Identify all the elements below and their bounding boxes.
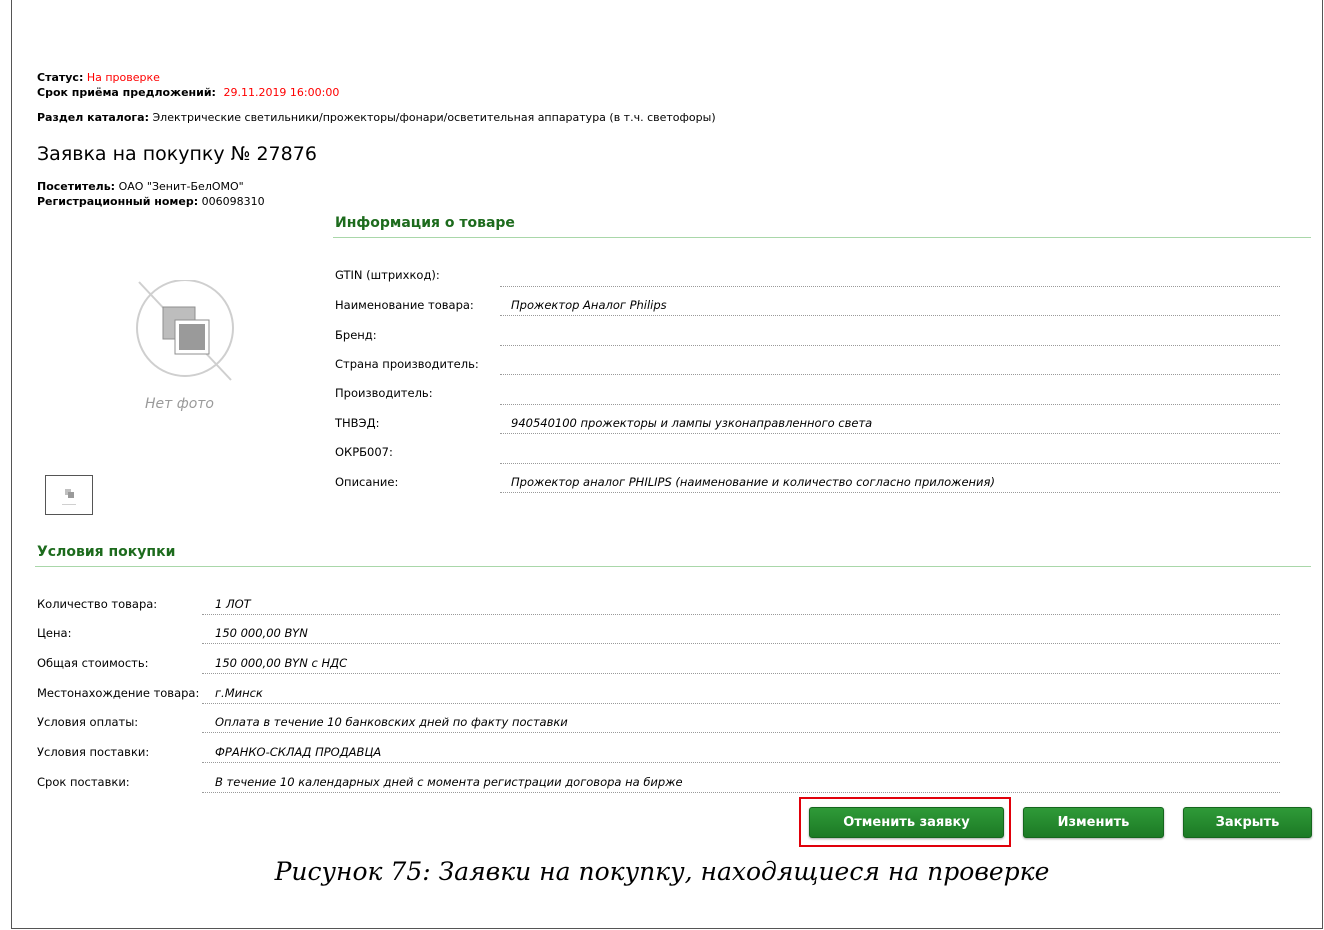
terms-row-label: Общая стоимость: bbox=[37, 656, 149, 670]
catalog-value: Электрические светильники/прожекторы/фон… bbox=[152, 111, 716, 124]
thumbnail-icon bbox=[62, 489, 76, 505]
product-row-label: Производитель: bbox=[335, 386, 433, 400]
product-info-divider bbox=[333, 237, 1311, 238]
row-dotted-line bbox=[202, 732, 1280, 733]
catalog-label: Раздел каталога: bbox=[37, 111, 149, 124]
terms-row-label: Цена: bbox=[37, 626, 72, 640]
row-dotted-line bbox=[202, 792, 1280, 793]
product-row-value: 940540100 прожекторы и лампы узконаправл… bbox=[511, 416, 873, 430]
product-row-label: Наименование товара: bbox=[335, 298, 474, 312]
terms-row-value: В течение 10 календарных дней с момента … bbox=[215, 775, 683, 789]
row-dotted-line bbox=[202, 703, 1280, 704]
product-row-value: Прожектор аналог PHILIPS (наименование и… bbox=[511, 475, 995, 489]
purchase-terms-heading: Условия покупки bbox=[37, 544, 176, 560]
no-photo-icon bbox=[136, 279, 234, 381]
product-row-label: ТНВЭД: bbox=[335, 416, 380, 430]
regnum-label: Регистрационный номер: bbox=[37, 195, 199, 208]
visitor-label: Посетитель: bbox=[37, 180, 116, 193]
regnum-value: 006098310 bbox=[201, 195, 265, 208]
terms-row-label: Условия поставки: bbox=[37, 745, 150, 759]
deadline-label: Срок приёма предложений: bbox=[37, 86, 216, 99]
terms-row-label: Количество товара: bbox=[37, 597, 158, 611]
product-row-label: Описание: bbox=[335, 475, 399, 489]
deadline-line: Срок приёма предложений: 29.11.2019 16:0… bbox=[37, 86, 339, 99]
status-label: Статус: bbox=[37, 71, 84, 84]
row-dotted-line bbox=[500, 374, 1280, 375]
terms-row-label: Срок поставки: bbox=[37, 775, 130, 789]
row-dotted-line bbox=[202, 762, 1280, 763]
figure-caption: Рисунок 75: Заявки на покупку, находящие… bbox=[274, 857, 1050, 886]
product-row-value: Прожектор Аналог Philips bbox=[511, 298, 667, 312]
row-dotted-line bbox=[202, 673, 1280, 674]
product-row-label: Бренд: bbox=[335, 328, 377, 342]
terms-row-label: Местонахождение товара: bbox=[37, 686, 200, 700]
product-info-heading: Информация о товаре bbox=[335, 215, 515, 231]
terms-row-label: Условия оплаты: bbox=[37, 715, 139, 729]
page-title: Заявка на покупку № 27876 bbox=[37, 143, 317, 165]
terms-row-value: Оплата в течение 10 банковских дней по ф… bbox=[215, 715, 568, 729]
close-button[interactable]: Закрыть bbox=[1183, 807, 1312, 838]
no-photo-image bbox=[125, 279, 245, 385]
row-dotted-line bbox=[500, 286, 1280, 287]
cancel-request-button[interactable]: Отменить заявку bbox=[809, 807, 1004, 838]
row-dotted-line bbox=[202, 614, 1280, 615]
row-dotted-line bbox=[500, 345, 1280, 346]
product-row-label: Страна производитель: bbox=[335, 357, 479, 371]
no-photo-label: Нет фото bbox=[145, 396, 215, 412]
terms-row-value: 150 000,00 BYN bbox=[215, 626, 308, 640]
visitor-line: Посетитель: ОАО "Зенит-БелОМО" bbox=[37, 180, 244, 193]
row-dotted-line bbox=[500, 463, 1280, 464]
visitor-value: ОАО "Зенит-БелОМО" bbox=[118, 180, 244, 193]
status-line: Статус: На проверке bbox=[37, 71, 160, 84]
row-dotted-line bbox=[500, 315, 1280, 316]
catalog-line: Раздел каталога: Электрические светильни… bbox=[37, 111, 716, 124]
product-row-label: ОКРБ007: bbox=[335, 445, 393, 459]
product-row-label: GTIN (штрихкод): bbox=[335, 268, 440, 282]
deadline-value: 29.11.2019 16:00:00 bbox=[223, 86, 340, 99]
page-frame bbox=[11, 0, 1323, 929]
edit-button[interactable]: Изменить bbox=[1023, 807, 1164, 838]
row-dotted-line bbox=[500, 433, 1280, 434]
row-dotted-line bbox=[500, 404, 1280, 405]
row-dotted-line bbox=[500, 492, 1280, 493]
photo-thumbnail[interactable] bbox=[45, 475, 93, 515]
regnum-line: Регистрационный номер: 006098310 bbox=[37, 195, 265, 208]
purchase-terms-divider bbox=[35, 566, 1311, 567]
row-dotted-line bbox=[202, 643, 1280, 644]
terms-row-value: 150 000,00 BYN с НДС bbox=[215, 656, 348, 670]
terms-row-value: г.Минск bbox=[215, 686, 263, 700]
status-value: На проверке bbox=[86, 71, 160, 84]
terms-row-value: 1 ЛОТ bbox=[215, 597, 251, 611]
terms-row-value: ФРАНКО-СКЛАД ПРОДАВЦА bbox=[215, 745, 382, 759]
